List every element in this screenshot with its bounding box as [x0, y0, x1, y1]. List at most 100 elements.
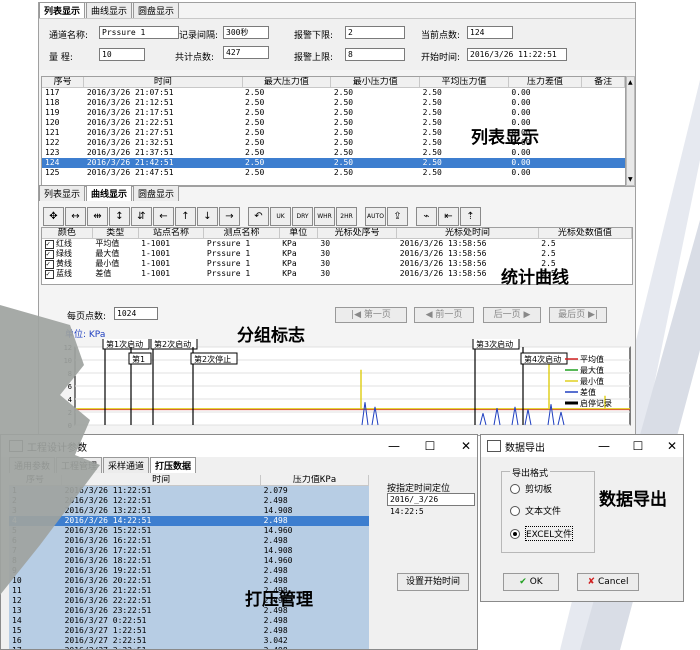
list-col-header[interactable]: 备注 — [581, 77, 625, 88]
list-row[interactable]: 124 2016/3/26 21:42:51 2.50 2.50 2.50 0.00 — [42, 158, 625, 168]
h-range-icon[interactable]: ⇤ — [438, 207, 459, 226]
h-expand-icon[interactable]: ↔ — [65, 207, 86, 226]
scroll-up-icon[interactable]: ▲ — [628, 79, 633, 86]
prev-page-button[interactable]: ◀ 前一页 — [414, 307, 474, 323]
dry-button-icon[interactable]: DRY — [292, 207, 313, 226]
tab-general-params[interactable]: 通用参数 — [9, 457, 56, 473]
export-option[interactable]: EXCEL文件 — [510, 526, 574, 541]
visibility-checkbox[interactable]: ✓ — [45, 260, 54, 269]
h-fit-icon[interactable]: ⇹ — [87, 207, 108, 226]
radio-button[interactable] — [510, 528, 520, 539]
v-range-icon[interactable]: ⇡ — [460, 207, 481, 226]
curve-col-header[interactable]: 颜色 — [42, 228, 93, 239]
list-col-header[interactable]: 序号 — [42, 77, 85, 88]
pressure-row[interactable]: 16 2016/3/27 2:22:51 3.042 — [9, 636, 369, 646]
pressure-row[interactable]: 7 2016/3/26 17:22:51 14.908 — [9, 546, 369, 556]
pressure-row[interactable]: 4 2016/3/26 14:22:51 2.498 — [9, 516, 369, 526]
list-col-header[interactable]: 压力差值 — [508, 77, 583, 88]
curve-col-header[interactable]: 类型 — [92, 228, 139, 239]
curve-col-header[interactable]: 测点名称 — [203, 228, 280, 239]
list-col-header[interactable]: 最小压力值 — [330, 77, 421, 88]
list-col-header[interactable]: 最大压力值 — [242, 77, 332, 88]
pressure-row[interactable]: 2 2016/3/26 12:22:51 2.498 — [9, 496, 369, 506]
tab-curve[interactable]: 曲线显示 — [86, 2, 133, 18]
pressure-row[interactable]: 3 2016/3/26 13:22:51 14.908 — [9, 506, 369, 516]
visibility-checkbox[interactable]: ✓ — [45, 240, 54, 249]
tab-list[interactable]: 列表显示 — [39, 185, 86, 201]
alarm-low-input[interactable]: 2 — [345, 26, 405, 39]
maximize-icon[interactable]: ☐ — [419, 439, 441, 453]
auto-button-icon[interactable]: AUTO — [365, 207, 386, 226]
pressure-col-header[interactable]: 时间 — [61, 475, 262, 486]
list-col-header[interactable]: 时间 — [83, 77, 243, 88]
start-time-input[interactable]: 2016/3/26 11:22:51 — [467, 48, 567, 61]
arrow-up-icon[interactable]: ↑ — [175, 207, 196, 226]
minimize-icon[interactable]: — — [593, 439, 615, 453]
pressure-row[interactable]: 9 2016/3/26 19:22:51 2.498 — [9, 566, 369, 576]
locate-time-input[interactable]: 2016/_3/26 14:22:5 — [387, 493, 475, 516]
curve-col-header[interactable]: 光标处时间 — [396, 228, 539, 239]
current-points-input[interactable]: 124 — [467, 26, 513, 39]
range-input[interactable]: 10 — [99, 48, 145, 61]
list-scrollbar[interactable]: ▲ ▼ — [626, 76, 635, 186]
last-page-button[interactable]: 最后页 ▶| — [549, 307, 607, 323]
cancel-button[interactable]: ✘ Cancel — [577, 573, 639, 591]
tab-dial[interactable]: 圆盘显示 — [133, 185, 180, 201]
link-icon[interactable]: ⌁ — [416, 207, 437, 226]
arrow-down-icon[interactable]: ↓ — [197, 207, 218, 226]
list-row[interactable]: 117 2016/3/26 21:07:51 2.50 2.50 2.50 0.00 — [42, 88, 625, 99]
alarm-high-input[interactable]: 8 — [345, 48, 405, 61]
pressure-row[interactable]: 172016/3/27 3:22:512.498 — [9, 646, 369, 649]
tab-pressure-data[interactable]: 打压数据 — [150, 457, 197, 473]
curve-row[interactable]: ✓ 红线 平均值 1-1001 Prssure 1 KPa 30 2016/3/26 13:5… — [42, 239, 632, 249]
pressure-row[interactable]: 11 2016/3/26 21:22:51 2.498 — [9, 586, 369, 596]
pressure-row[interactable]: 1 2016/3/26 11:22:51 2.079 — [9, 486, 369, 497]
curve-col-header[interactable]: 单位 — [279, 228, 318, 239]
pressure-row[interactable]: 5 2016/3/26 15:22:51 14.960 — [9, 526, 369, 536]
list-col-header[interactable]: 平均压力值 — [419, 77, 509, 88]
tab-list[interactable]: 列表显示 — [39, 2, 86, 18]
pressure-row[interactable]: 15 2016/3/27 1:22:51 2.498 — [9, 626, 369, 636]
visibility-checkbox[interactable]: ✓ — [45, 250, 54, 259]
tab-project-mgmt[interactable]: 工程管理 — [56, 457, 103, 473]
tab-dial[interactable]: 圆盘显示 — [133, 2, 180, 18]
radio-button[interactable] — [510, 483, 520, 494]
arrow-up-box-icon[interactable]: ⇪ — [387, 207, 408, 226]
curve-row[interactable]: ✓ 绿线 最大值 1-1001 Prssure 1 KPa 30 2016/3/26 13:5… — [42, 249, 632, 259]
tab-curve[interactable]: 曲线显示 — [86, 185, 133, 201]
list-row[interactable]: 123 2016/3/26 21:37:51 2.50 2.50 2.50 0.00 — [42, 148, 625, 158]
undo-icon[interactable]: ↶ — [248, 207, 269, 226]
pressure-col-header[interactable]: 压力值KPa — [260, 475, 369, 486]
record-interval-input[interactable]: 300秒 — [223, 26, 269, 39]
whr-button-icon[interactable]: WHR — [314, 207, 335, 226]
next-page-button[interactable]: 后一页 ▶ — [483, 307, 541, 323]
export-option[interactable]: 剪切板 — [510, 482, 552, 495]
pressure-row[interactable]: 12 2016/3/26 22:22:51 2.498 — [9, 596, 369, 606]
curve-col-header[interactable]: 站点名称 — [138, 228, 205, 239]
pressure-row[interactable]: 13 2016/3/26 23:22:51 2.498 — [9, 606, 369, 616]
arrow-right-icon[interactable]: → — [219, 207, 240, 226]
visibility-checkbox[interactable]: ✓ — [45, 270, 54, 279]
ok-button[interactable]: ✔ OK — [503, 573, 559, 591]
list-row[interactable]: 118 2016/3/26 21:12:51 2.50 2.50 2.50 0.00 — [42, 98, 625, 108]
tab-sampling-channel[interactable]: 采样通道 — [103, 457, 150, 473]
v-expand-icon[interactable]: ↕ — [109, 207, 130, 226]
close-icon[interactable]: ✕ — [455, 439, 477, 453]
curve-col-header[interactable]: 光标处数值值 — [538, 228, 632, 239]
move-icon[interactable]: ✥ — [43, 207, 64, 226]
pressure-row[interactable]: 8 2016/3/26 18:22:51 14.960 — [9, 556, 369, 566]
maximize-icon[interactable]: ☐ — [627, 439, 649, 453]
list-row[interactable]: 125 2016/3/26 21:47:51 2.50 2.50 2.50 0.00 — [42, 168, 625, 178]
list-row[interactable]: 119 2016/3/26 21:17:51 2.50 2.50 2.50 0.00 — [42, 108, 625, 118]
radio-button[interactable] — [510, 505, 520, 516]
2hr-button-icon[interactable]: 2HR — [336, 207, 357, 226]
pressure-row[interactable]: 14 2016/3/27 0:22:51 2.498 — [9, 616, 369, 626]
set-start-time-button[interactable]: 设置开始时间 — [397, 573, 469, 591]
close-icon[interactable]: ✕ — [661, 439, 683, 453]
v-fit-icon[interactable]: ⇵ — [131, 207, 152, 226]
export-option[interactable]: 文本文件 — [510, 504, 561, 517]
uk-button-icon[interactable]: UK — [270, 207, 291, 226]
minimize-icon[interactable]: — — [383, 439, 405, 453]
channel-input[interactable]: Prssure 1 — [99, 26, 179, 39]
pressure-row[interactable]: 10 2016/3/26 20:22:51 2.498 — [9, 576, 369, 586]
